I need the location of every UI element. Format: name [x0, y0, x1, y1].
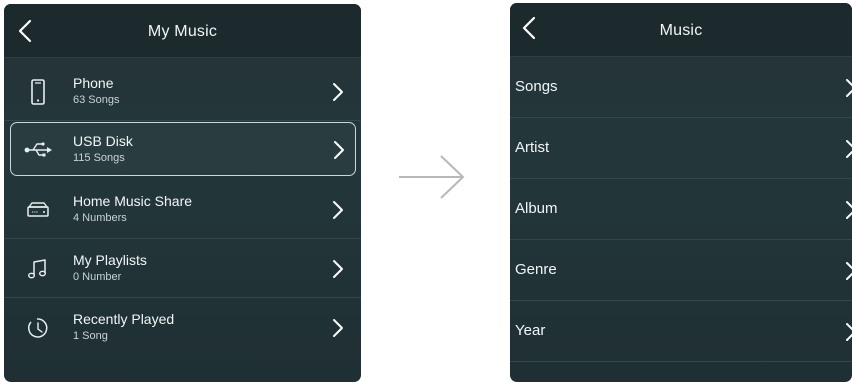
list-item-songs[interactable]: Songs [510, 57, 852, 118]
item-name: Genre [515, 261, 557, 278]
item-name: My Playlists [73, 252, 147, 268]
item-count: 4 Numbers [73, 212, 127, 224]
chevron-right-icon [844, 321, 852, 343]
usb-icon [23, 136, 53, 164]
item-name: USB Disk [73, 133, 133, 149]
item-name: Recently Played [73, 311, 175, 327]
page-title: Music [659, 22, 703, 39]
item-count: 63 Songs [73, 94, 120, 106]
list-item-home-music-share[interactable]: Home Music Share 4 Numbers [4, 180, 361, 239]
item-count: 115 Songs [73, 152, 125, 164]
item-name: Artist [515, 139, 550, 156]
nas-drive-icon [23, 196, 53, 224]
chevron-right-icon [844, 77, 852, 99]
item-name: Phone [73, 75, 114, 91]
item-name: Songs [515, 78, 558, 95]
list-item-recently-played[interactable]: Recently Played 1 Song [4, 298, 361, 357]
right-arrow-icon [397, 154, 467, 200]
clock-history-icon [23, 314, 53, 342]
chevron-right-icon [331, 317, 345, 339]
stage: My Music Phone 63 Songs USB Disk 115 Son… [0, 0, 852, 382]
list-item-year[interactable]: Year [510, 301, 852, 362]
item-name: Year [515, 322, 546, 339]
list-item-usb-disk[interactable]: USB Disk 115 Songs [10, 122, 356, 176]
item-count: 1 Song [73, 330, 108, 342]
header: Music [510, 3, 852, 57]
music-screen: Music Songs Artist Album Genre Year [510, 3, 852, 382]
chevron-right-icon [331, 199, 345, 221]
page-title: My Music [147, 23, 218, 40]
list-item-my-playlists[interactable]: My Playlists 0 Number [4, 239, 361, 298]
item-name: Album [515, 200, 558, 217]
music-note-icon [23, 255, 53, 283]
chevron-right-icon [844, 138, 852, 160]
phone-icon [23, 78, 53, 106]
my-music-screen: My Music Phone 63 Songs USB Disk 115 Son… [4, 4, 361, 382]
chevron-right-icon [844, 199, 852, 221]
header: My Music [4, 4, 361, 58]
chevron-right-icon [331, 258, 345, 280]
chevron-right-icon [331, 81, 345, 103]
item-name: Home Music Share [73, 193, 193, 209]
list-item-album[interactable]: Album [510, 179, 852, 240]
chevron-right-icon [332, 139, 346, 161]
list-item-genre[interactable]: Genre [510, 240, 852, 301]
chevron-right-icon [844, 260, 852, 282]
list-item-artist[interactable]: Artist [510, 118, 852, 179]
list-item-phone[interactable]: Phone 63 Songs [4, 62, 361, 121]
item-count: 0 Number [73, 271, 122, 283]
